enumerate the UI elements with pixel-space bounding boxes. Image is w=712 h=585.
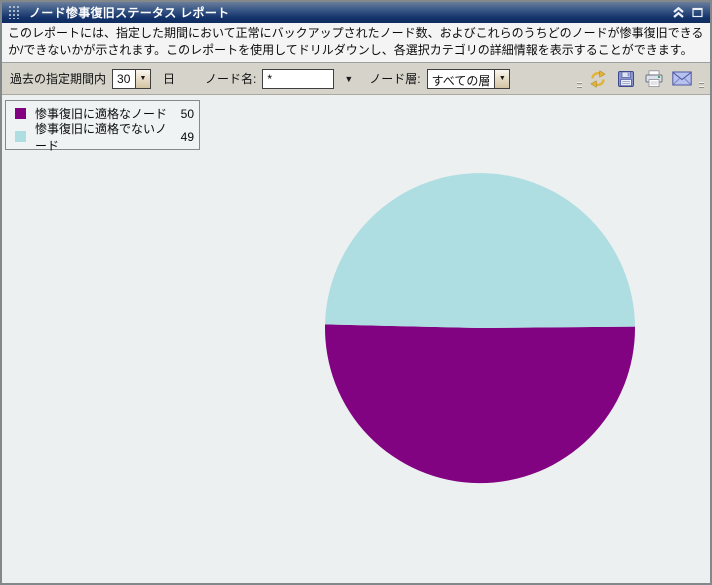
maximize-icon[interactable] — [692, 7, 703, 18]
period-unit-label: 日 — [163, 70, 175, 87]
window-title: ノード惨事復旧ステータス レポート — [29, 4, 665, 21]
legend-swatch — [15, 108, 26, 119]
toolbar-grip[interactable] — [576, 67, 582, 91]
legend-swatch — [15, 131, 26, 142]
node-tier-label: ノード層: — [369, 70, 420, 87]
toolbar-actions — [576, 67, 704, 91]
node-tier-select[interactable]: すべての層 ▼ — [427, 69, 511, 89]
legend-value: 49 — [181, 130, 194, 144]
title-bar: ノード惨事復旧ステータス レポート — [2, 2, 710, 23]
legend-item-not-eligible[interactable]: 惨事復旧に適格でないノード 49 — [11, 128, 194, 145]
report-window: ノード惨事復旧ステータス レポート このレポートには、指定した期間において正常に… — [0, 0, 712, 585]
drag-grip-icon[interactable] — [9, 6, 22, 19]
pie-chart — [324, 172, 636, 484]
legend-label: 惨事復旧に適格でないノード — [35, 120, 177, 154]
report-content: 惨事復旧に適格なノード 50 惨事復旧に適格でないノード 49 — [2, 95, 710, 583]
chevron-down-icon[interactable]: ▼ — [135, 70, 150, 88]
save-button[interactable] — [614, 67, 638, 91]
filter-toolbar: 過去の指定期間内 30 ▼ 日 ノード名: ▼ ノード層: すべての層 ▼ — [2, 63, 710, 95]
legend-value: 50 — [181, 107, 194, 121]
chevron-down-icon[interactable]: ▼ — [494, 70, 509, 88]
node-tier-select-value: すべての層 — [428, 70, 495, 88]
toolbar-grip[interactable] — [698, 67, 704, 91]
email-icon — [672, 71, 692, 86]
node-name-label: ノード名: — [205, 70, 256, 87]
period-select[interactable]: 30 ▼ — [112, 69, 151, 89]
node-name-dropdown-icon[interactable]: ▼ — [344, 74, 353, 84]
refresh-icon — [589, 70, 607, 88]
chart-legend: 惨事復旧に適格なノード 50 惨事復旧に適格でないノード 49 — [5, 100, 200, 150]
pie-slice-1[interactable] — [325, 173, 635, 328]
save-icon — [617, 70, 635, 88]
print-button[interactable] — [642, 67, 666, 91]
period-label: 過去の指定期間内 — [10, 70, 106, 87]
pie-slice-0[interactable] — [325, 324, 635, 483]
report-description: このレポートには、指定した期間において正常にバックアップされたノード数、およびこ… — [2, 23, 710, 63]
collapse-icon[interactable] — [672, 7, 685, 18]
print-icon — [644, 70, 664, 88]
node-name-input[interactable] — [262, 69, 334, 89]
period-select-value: 30 — [113, 70, 135, 88]
refresh-button[interactable] — [586, 67, 610, 91]
email-button[interactable] — [670, 67, 694, 91]
